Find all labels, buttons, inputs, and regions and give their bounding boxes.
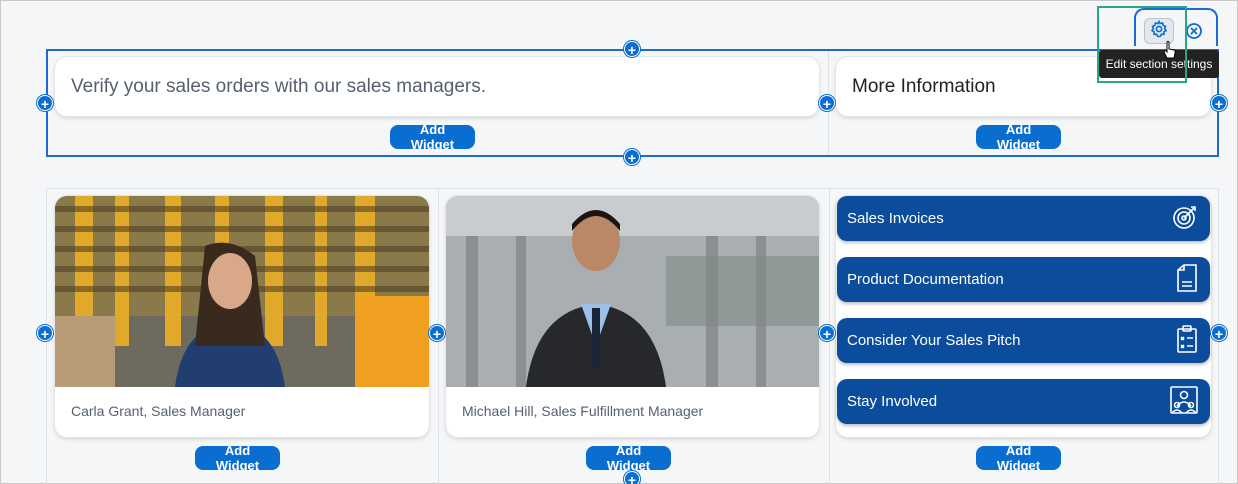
image-caption: Michael Hill, Sales Fulfillment Manager xyxy=(462,403,704,419)
highlight-box xyxy=(1097,6,1187,83)
add-section-below-icon[interactable]: + xyxy=(624,149,640,166)
add-widget-button[interactable]: Add Widget xyxy=(976,122,1061,152)
people-icon xyxy=(1170,385,1198,418)
add-column-left-icon[interactable]: + xyxy=(37,95,53,112)
add-section-above-icon[interactable]: + xyxy=(624,41,640,58)
add-widget-button[interactable]: Add Widget xyxy=(976,443,1061,473)
image-widget[interactable]: Michael Hill, Sales Fulfillment Manager xyxy=(446,196,819,437)
link-label: Consider Your Sales Pitch xyxy=(847,332,1021,349)
photo-carla-grant xyxy=(55,196,429,387)
add-widget-button[interactable]: Add Widget xyxy=(195,443,280,473)
add-column-left-icon[interactable]: + xyxy=(37,325,53,342)
link-label: Stay Involved xyxy=(847,393,938,410)
add-column-between-icon[interactable]: + xyxy=(819,95,835,112)
link-stay-involved[interactable]: Stay Involved xyxy=(837,379,1210,424)
link-sales-invoices[interactable]: Sales Invoices xyxy=(837,196,1210,241)
document-icon xyxy=(1176,263,1198,296)
add-section-below-icon[interactable]: + xyxy=(624,471,640,484)
text-widget-content: Verify your sales orders with our sales … xyxy=(71,75,487,97)
add-column-between-icon[interactable]: + xyxy=(819,325,835,342)
text-widget[interactable]: Verify your sales orders with our sales … xyxy=(55,57,819,116)
clipboard-icon xyxy=(1176,324,1198,357)
link-consider-your-sales-pitch[interactable]: Consider Your Sales Pitch xyxy=(837,318,1210,363)
image-caption: Carla Grant, Sales Manager xyxy=(71,403,246,419)
add-widget-button[interactable]: Add Widget xyxy=(390,122,475,152)
photo-michael-hill xyxy=(446,196,819,387)
title-widget-content: More Information xyxy=(852,75,996,97)
link-label: Product Documentation xyxy=(847,271,1004,288)
link-label: Sales Invoices xyxy=(847,210,944,227)
add-column-right-icon[interactable]: + xyxy=(1211,325,1227,342)
add-column-between-icon[interactable]: + xyxy=(429,325,445,342)
target-icon xyxy=(1172,204,1198,234)
close-circle-icon[interactable] xyxy=(1185,22,1203,45)
link-product-documentation[interactable]: Product Documentation xyxy=(837,257,1210,302)
image-widget[interactable]: Carla Grant, Sales Manager xyxy=(55,196,429,437)
add-column-right-icon[interactable]: + xyxy=(1211,95,1227,112)
add-widget-button[interactable]: Add Widget xyxy=(586,443,671,473)
